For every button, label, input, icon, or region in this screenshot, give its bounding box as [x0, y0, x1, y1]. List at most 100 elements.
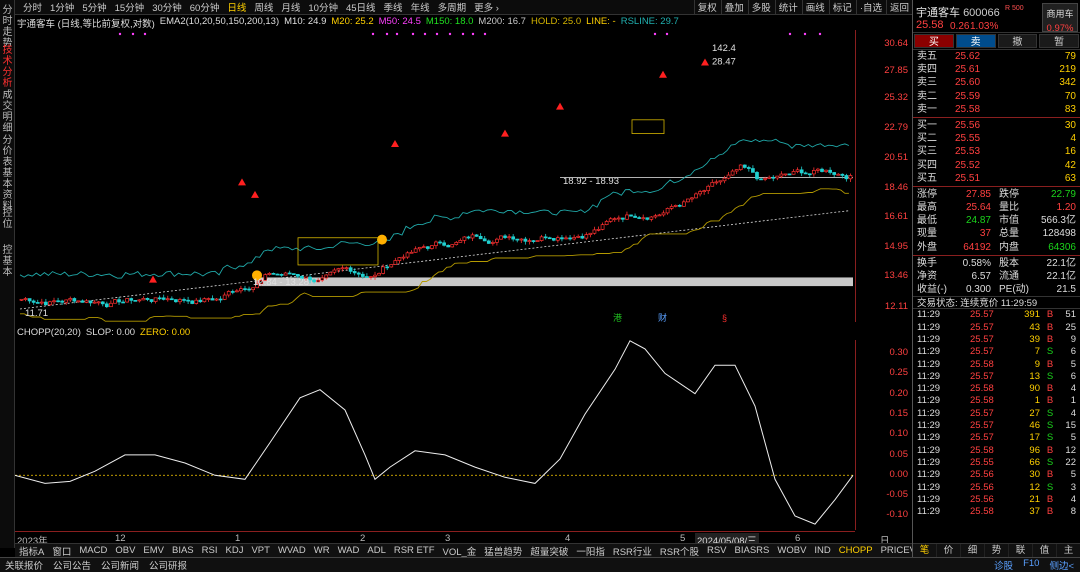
indicator-tab-2[interactable]: MACD	[75, 545, 111, 556]
tick-time: 11:29	[917, 383, 941, 395]
tick-time: 11:29	[917, 493, 941, 505]
indicator-tab-6[interactable]: RSI	[198, 545, 222, 556]
side-tab-3[interactable]: 分价表	[0, 135, 15, 168]
indicator-tab-18[interactable]: RSR行业	[609, 544, 656, 558]
quote-tab-0[interactable]: 笔	[913, 544, 937, 557]
toolbar-btn-5[interactable]: 标记	[828, 0, 855, 14]
indicator-tab-0[interactable]: 指标A	[15, 544, 48, 558]
side-tab-6[interactable]: 控基本	[0, 245, 15, 278]
trade-btn-2[interactable]: 撤	[997, 34, 1038, 48]
event-marker[interactable]: §	[722, 313, 727, 323]
indicator-tab-23[interactable]: IND	[810, 545, 834, 556]
period-1[interactable]: 1分钟	[46, 0, 78, 14]
toolbar-btn-2[interactable]: 多股	[747, 0, 774, 14]
period-0[interactable]: 分时	[19, 0, 46, 14]
tick-price: 25.57	[970, 370, 994, 382]
trade-btn-0[interactable]: 买	[914, 34, 954, 48]
osc-title[interactable]: CHOPP(20,20)	[17, 327, 81, 340]
stat-value: 21.5	[1056, 284, 1076, 296]
period-2[interactable]: 5分钟	[78, 0, 110, 14]
sector-button[interactable]: 商用车 0.97%	[1042, 3, 1078, 34]
toolbar-btn-3[interactable]: 统计	[774, 0, 801, 14]
quote-tab-2[interactable]: 细	[961, 544, 985, 557]
book-volume: 70	[1064, 90, 1076, 102]
indicator-tab-9[interactable]: WVAD	[274, 545, 310, 556]
indicator-tab-7[interactable]: KDJ	[222, 545, 248, 556]
stat-row: 换手 0.58% 股本 22.1亿	[913, 257, 1080, 270]
indicator-tab-15[interactable]: 猛兽趋势	[480, 544, 526, 558]
side-tab-5[interactable]: 控位	[0, 208, 15, 230]
tick-price: 25.58	[970, 444, 994, 456]
indicator-tab-11[interactable]: WAD	[334, 545, 364, 556]
quote-tab-3[interactable]: 势	[985, 544, 1009, 557]
osc-tick: 0.20	[889, 387, 909, 399]
price-tick: 25.32	[884, 92, 908, 103]
period-8[interactable]: 月线	[277, 0, 304, 14]
side-tab-1[interactable]: 技术分析	[0, 45, 15, 89]
toolbar-btn-0[interactable]: 复权	[693, 0, 720, 14]
period-12[interactable]: 年线	[407, 0, 434, 14]
chopp-chart[interactable]	[15, 340, 855, 531]
indicator-tab-10[interactable]: WR	[310, 545, 334, 556]
period-6[interactable]: 日线	[223, 0, 250, 14]
tick-time: 11:29	[917, 407, 941, 419]
quote-tab-4[interactable]: 联	[1009, 544, 1033, 557]
indicator-tab-21[interactable]: BIASRS	[731, 545, 774, 556]
indicator-tab-12[interactable]: ADL	[363, 545, 389, 556]
indicator-tab-5[interactable]: BIAS	[168, 545, 198, 556]
trade-btn-3[interactable]: 暂	[1039, 34, 1079, 48]
period-7[interactable]: 周线	[250, 0, 277, 14]
period-3[interactable]: 15分钟	[111, 0, 149, 14]
indicator-tab-8[interactable]: VPT	[247, 545, 273, 556]
event-marker[interactable]: 财	[658, 312, 667, 323]
toolbar-btn-6[interactable]: ·自选	[855, 0, 885, 14]
status-action-1[interactable]: F10	[1023, 558, 1039, 572]
quote-tab-6[interactable]: 主	[1057, 544, 1080, 557]
indicator-tab-3[interactable]: OBV	[111, 545, 139, 556]
status-link-1[interactable]: 公司公告	[48, 561, 96, 572]
toolbar-btn-1[interactable]: 叠加	[720, 0, 747, 14]
indicator-name[interactable]: EMA2(10,20,50,150,200,13)	[160, 16, 279, 29]
indicator-tab-1[interactable]: 窗口	[48, 544, 75, 558]
stat-label: 换手	[917, 257, 937, 269]
tick-volume: 27	[1029, 407, 1040, 419]
stat-label: 收益(-)	[917, 284, 947, 296]
period-10[interactable]: 45日线	[342, 0, 380, 14]
chart-annotation: 142.4	[712, 43, 736, 54]
indicator-tab-20[interactable]: RSV	[703, 545, 731, 556]
status-link-3[interactable]: 公司研报	[144, 561, 192, 572]
stock-name: 宇通客车 600066	[916, 7, 1000, 19]
indicator-tab-22[interactable]: WOBV	[773, 545, 810, 556]
tick-volume: 46	[1029, 420, 1040, 432]
stat-row: 最高 25.64 量比 1.20	[913, 201, 1080, 214]
candlestick-chart[interactable]: 142.4 28.47 18.92 - 18.93 12.84 - 13.28 11.7…	[15, 29, 855, 323]
trade-btn-1[interactable]: 卖	[955, 34, 996, 48]
status-action-2[interactable]: 侧边<	[1049, 558, 1074, 572]
side-tab-4[interactable]: 基本资料	[0, 168, 15, 212]
quote-tab-5[interactable]: 值	[1033, 544, 1057, 557]
status-link-2[interactable]: 公司新闻	[96, 561, 144, 572]
side-tab-0[interactable]: 分时走势	[0, 5, 15, 49]
period-11[interactable]: 季线	[380, 0, 407, 14]
indicator-tab-19[interactable]: RSR个股	[656, 544, 703, 558]
indicator-tab-13[interactable]: RSR ETF	[390, 545, 439, 556]
period-5[interactable]: 60分钟	[186, 0, 224, 14]
tick-row: 11:29 25.56 12 S 3	[913, 482, 1080, 494]
status-link-0[interactable]: 关联报价	[0, 561, 48, 572]
event-marker[interactable]: 港	[613, 312, 622, 323]
indicator-tab-16[interactable]: 超量突破	[526, 544, 572, 558]
indicator-tab-17[interactable]: 一阳指	[572, 544, 609, 558]
indicator-tab-14[interactable]: VOL_金	[439, 544, 481, 558]
tick-price: 25.56	[970, 469, 994, 481]
toolbar-btn-7[interactable]: 返回	[885, 0, 912, 14]
indicator-tab-4[interactable]: EMV	[139, 545, 168, 556]
side-tab-2[interactable]: 成交明细	[0, 90, 15, 134]
indicator-tab-24[interactable]: CHOPP	[835, 545, 877, 556]
period-13[interactable]: 多周期	[434, 0, 471, 14]
status-action-0[interactable]: 诊股	[994, 558, 1013, 572]
toolbar-btn-4[interactable]: 画线	[801, 0, 828, 14]
period-4[interactable]: 30分钟	[148, 0, 186, 14]
period-9[interactable]: 10分钟	[304, 0, 342, 14]
period-14[interactable]: 更多 ›	[470, 0, 503, 14]
quote-tab-1[interactable]: 价	[937, 544, 961, 557]
